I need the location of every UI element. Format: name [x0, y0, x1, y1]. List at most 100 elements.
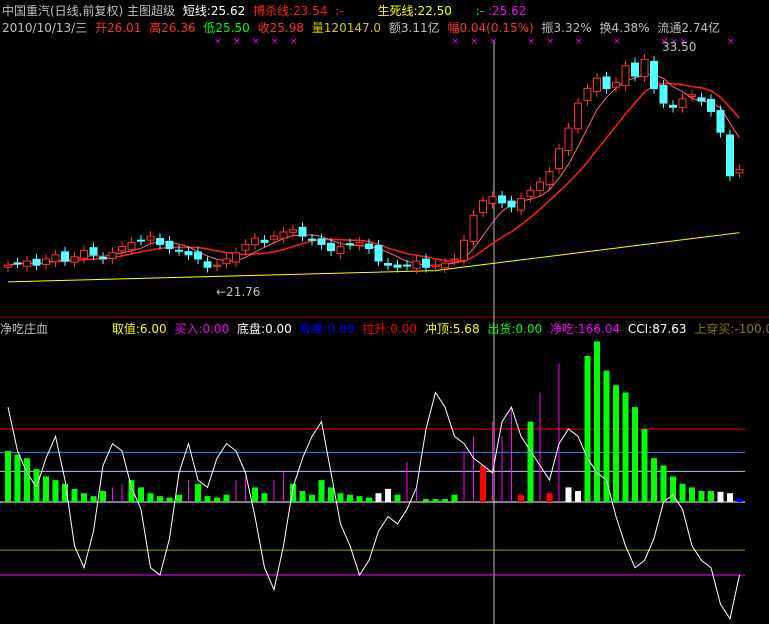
indicator-bar — [698, 491, 705, 502]
candle-body — [13, 262, 22, 265]
candle-body — [403, 264, 411, 267]
max-label: 33.50 — [662, 40, 697, 54]
absorb: 吸筹:0.00 — [299, 322, 355, 336]
signal-marker: × — [452, 37, 460, 47]
candle-body — [631, 62, 639, 77]
indicator-bar — [112, 487, 113, 502]
candle-body — [374, 244, 383, 262]
candle-body — [184, 251, 193, 256]
indicator-bar — [366, 497, 372, 502]
indicator-bar — [442, 499, 448, 502]
chart-canvas[interactable]: × × × × × × × × × × × × × × × × — [0, 0, 769, 624]
indicator-bar — [195, 483, 201, 502]
signal-marker: × — [233, 37, 241, 47]
indicator-bar — [81, 493, 87, 502]
close: 收25.98 — [257, 21, 304, 35]
candle-body — [194, 251, 202, 260]
amount: 额3.11亿 — [388, 21, 440, 35]
candle-body — [279, 231, 288, 239]
candle-body — [669, 104, 677, 108]
signal-marker: × — [290, 37, 298, 47]
indicator-bar — [651, 458, 657, 502]
high: 高26.36 — [149, 21, 196, 35]
indicator-bar — [679, 483, 686, 502]
sep: :- — [335, 4, 344, 18]
candle-body — [412, 260, 421, 269]
indicator-bar — [558, 363, 560, 502]
candle-body — [431, 264, 440, 268]
signal-marker: × — [490, 37, 498, 47]
candle-body — [621, 65, 630, 86]
indicator-bar — [52, 480, 59, 502]
candle-body — [70, 256, 79, 263]
signal-marker: × — [214, 37, 222, 47]
candle-body — [384, 262, 392, 266]
indicator-bar — [539, 392, 541, 502]
candle-body — [678, 98, 687, 108]
bottom: 底盘:0.00 — [237, 322, 292, 336]
candle-body — [555, 148, 563, 170]
indicator-bar — [423, 499, 429, 502]
candle-body — [735, 169, 744, 174]
candle-body — [336, 245, 345, 255]
indicator-header: 净吃庄血 取值:6.00 买入:0.00 底盘:0.00 吸筹:0.00 拉升:… — [0, 320, 769, 337]
signal-marker: × — [547, 37, 555, 47]
kill-line-value: 搏杀线:23.54 — [253, 4, 328, 18]
candle-body — [203, 261, 212, 268]
candle-body — [479, 200, 487, 213]
indicator-bar — [147, 493, 154, 502]
candle-body — [32, 258, 41, 266]
candle-body — [574, 102, 582, 130]
indicator-bar — [5, 450, 11, 502]
candle-body — [61, 251, 69, 262]
candle-body — [450, 258, 459, 261]
candle-body — [241, 243, 250, 251]
candle-body — [99, 256, 107, 260]
indicator-bar — [689, 487, 695, 502]
indicator-bar — [406, 461, 408, 502]
candle-body — [716, 110, 725, 133]
indicator-bar — [283, 472, 284, 502]
candle-body — [89, 247, 98, 256]
indicator-bar — [252, 487, 258, 502]
candle-body — [536, 181, 544, 191]
indicator-bar — [309, 494, 315, 502]
candle-body — [127, 241, 136, 251]
min-label: ←21.76 — [216, 285, 261, 299]
candle-body — [175, 249, 183, 252]
signal-marker: × — [528, 37, 536, 47]
last-value: :25.62 — [487, 4, 527, 18]
indicator-bar — [261, 493, 268, 502]
stock-chart-window: × × × × × × × × × × × × × × × × 中国重汽(日线,前复权) 主图超级 短线:25… — [0, 0, 769, 624]
indicator-bar — [347, 494, 353, 502]
candle-body — [564, 127, 573, 152]
candle-body — [146, 235, 155, 241]
indicator-bar — [463, 450, 465, 502]
candle-body — [545, 171, 554, 185]
candle-body — [118, 245, 126, 252]
candle-body — [707, 98, 715, 112]
indicator-bar — [492, 421, 493, 502]
indicator-bar — [100, 491, 106, 502]
indicator-bar — [337, 493, 344, 502]
amplitude: 振3.32% — [541, 21, 592, 35]
short-line-value: 短线:25.62 — [182, 4, 246, 18]
indicator-bar — [565, 487, 572, 502]
candle-body — [688, 94, 696, 97]
candle-body — [80, 250, 88, 259]
candle-body — [488, 196, 497, 204]
life-line-value: 生死线:22.50 — [377, 4, 452, 18]
indicator-bar — [736, 498, 743, 502]
candle-body — [422, 258, 430, 268]
low: 低25.50 — [203, 21, 250, 35]
header-line-1: 中国重汽(日线,前复权) 主图超级 短线:25.62 搏杀线:23.54 :- … — [2, 2, 530, 19]
candle-body — [365, 243, 373, 250]
signal-marker: × — [575, 37, 583, 47]
candle-body — [355, 241, 364, 246]
candle-body — [51, 254, 60, 263]
candle-body — [726, 134, 734, 177]
indicator-bar — [451, 494, 458, 502]
signal-marker: × — [613, 37, 621, 47]
indicator-bar — [214, 497, 220, 502]
indicator-bar — [43, 476, 49, 502]
